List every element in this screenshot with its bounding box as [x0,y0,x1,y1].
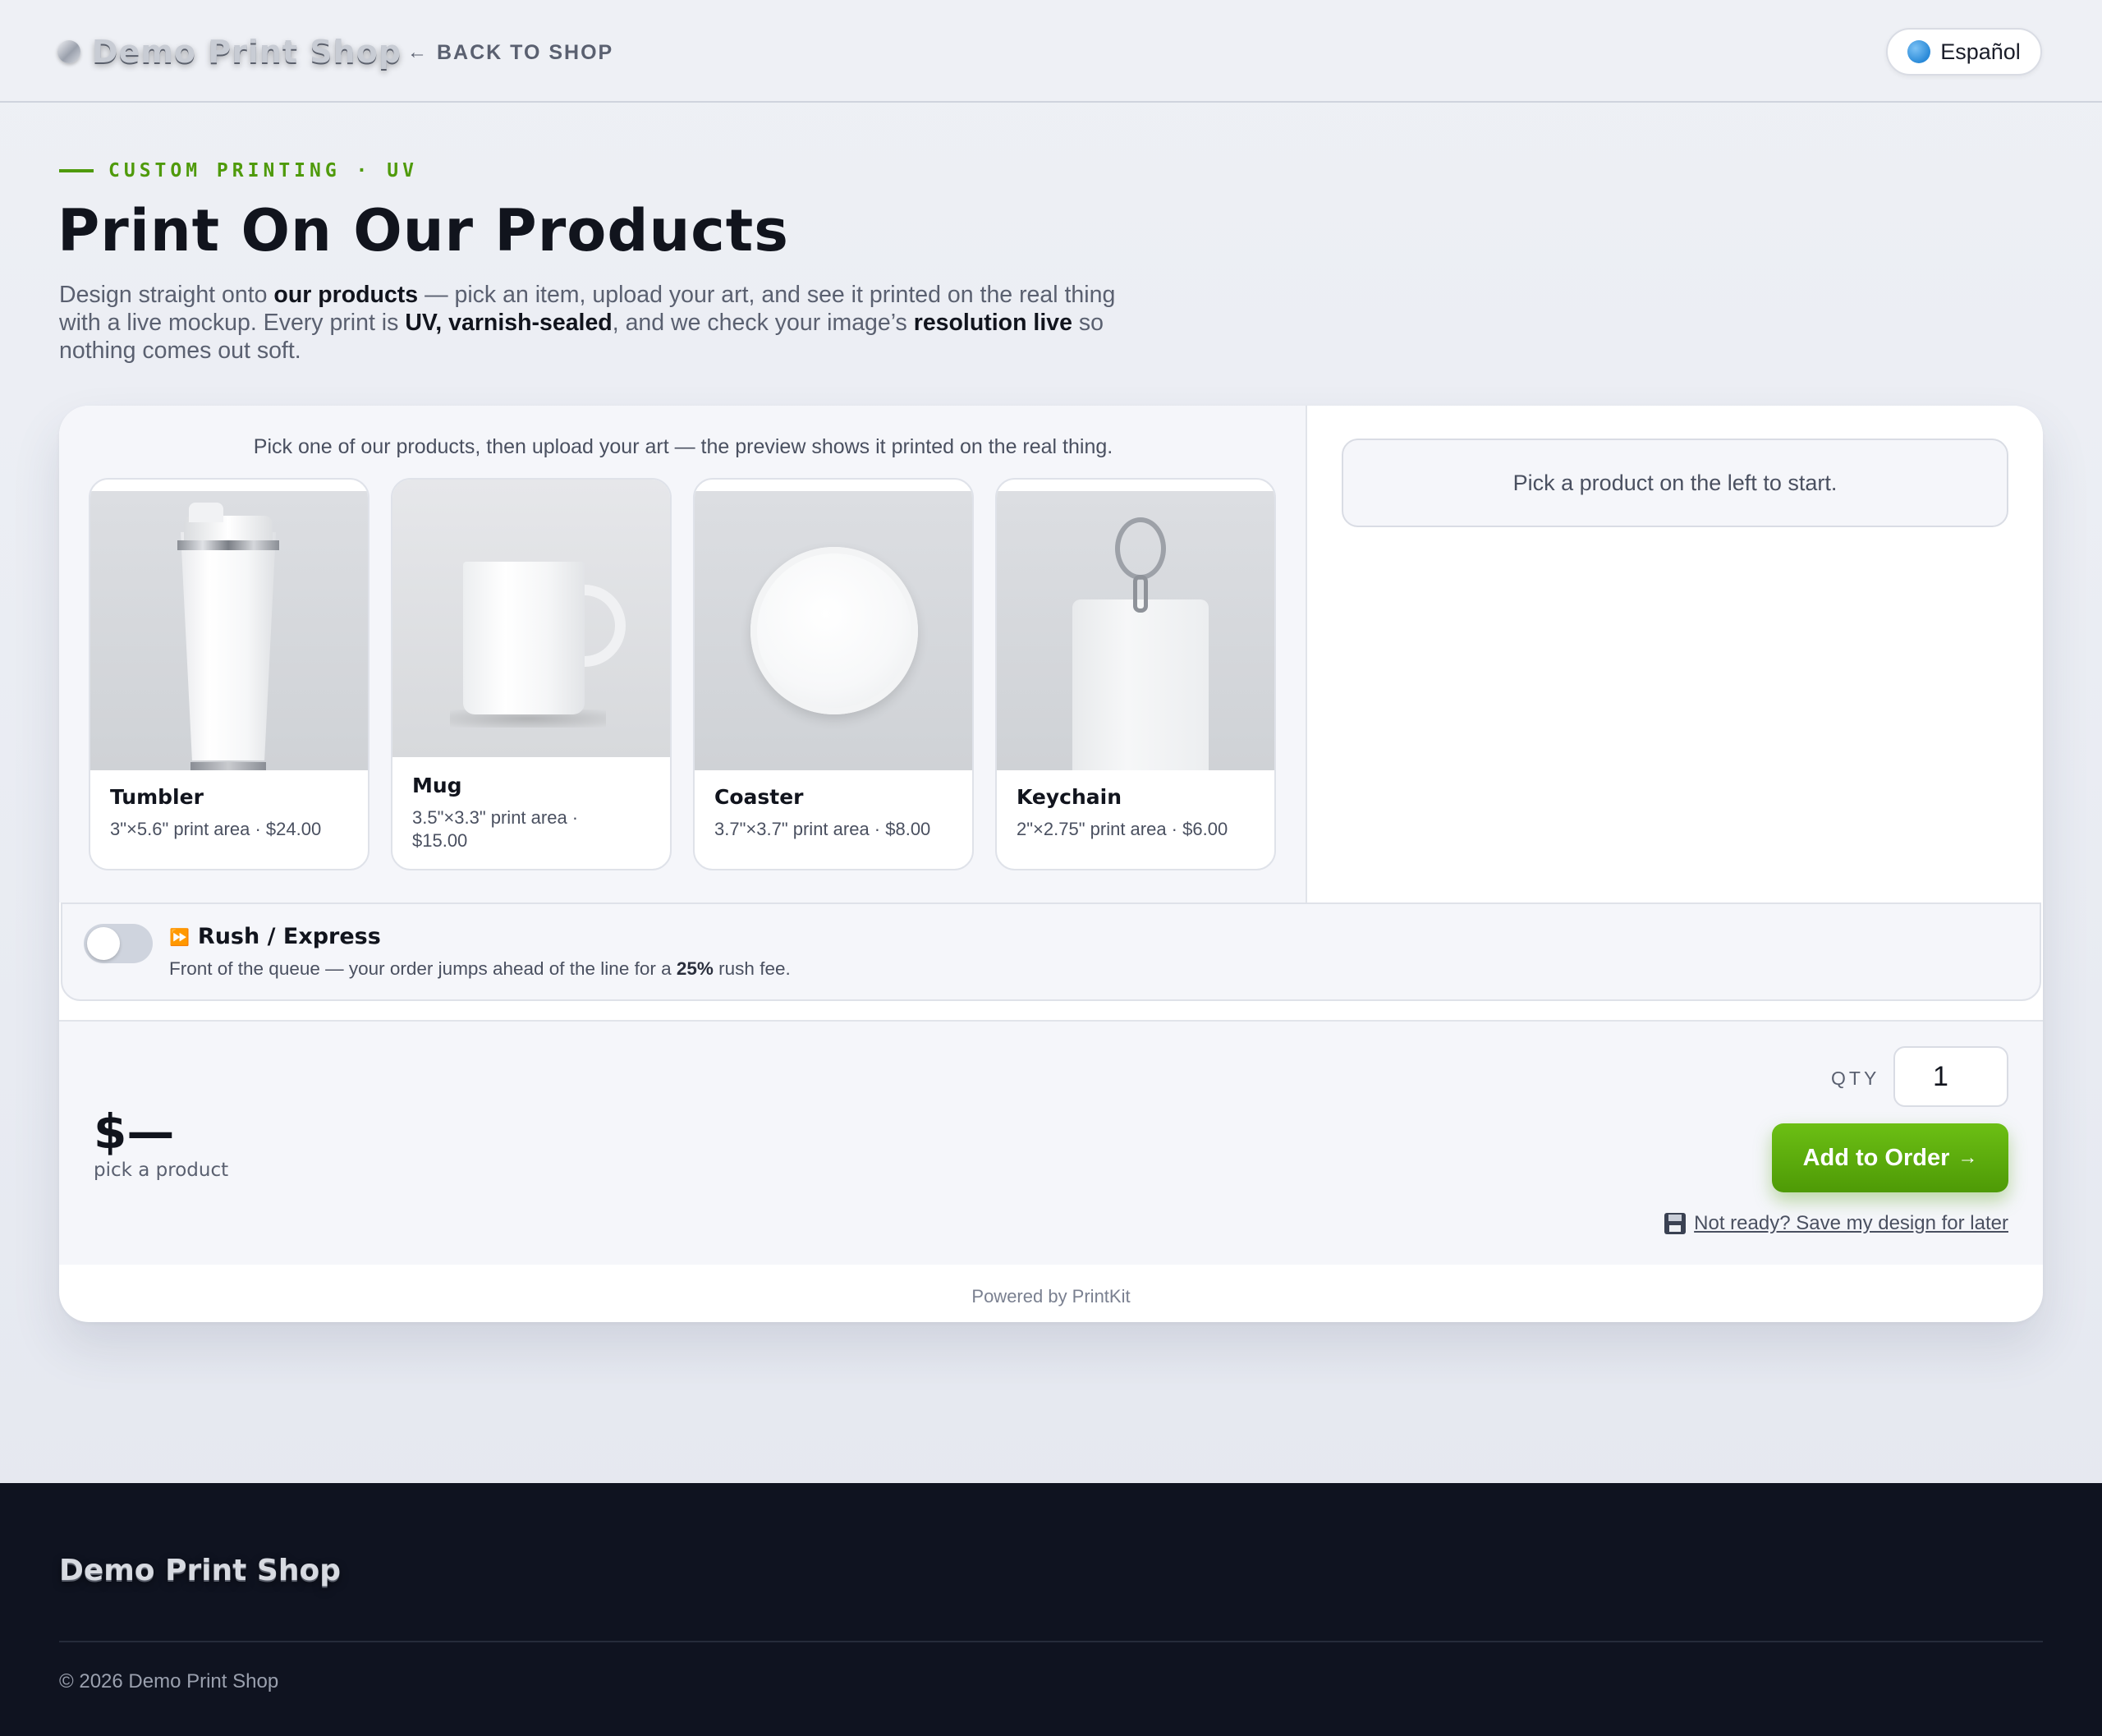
page-description: Design straight onto our products — pick… [59,282,1116,364]
footer-divider [59,1641,2043,1642]
product-name: Coaster [714,785,804,809]
product-meta: 3"×5.6" print area · $24.00 [110,819,322,839]
picker-hint: Pick one of our products, then upload yo… [253,435,1113,458]
rush-title: ⏩ Rush / Express [169,924,381,949]
rush-toggle[interactable] [84,924,153,963]
desc-emphasis-uv: UV, varnish-sealed [405,310,613,336]
eyebrow: CUSTOM PRINTING · UV [59,158,418,184]
logo[interactable]: Demo Print Shop [57,33,402,71]
product-name: Mug [412,774,462,797]
desc-emphasis-resolution: resolution live [913,310,1072,336]
rush-option: ⏩ Rush / Express Front of the queue — yo… [61,902,2041,1001]
back-to-shop-link[interactable]: ← BACK TO SHOP [407,38,613,67]
start-message: Pick a product on the left to start. [1342,439,2008,527]
designer-card: Pick one of our products, then upload yo… [59,406,2043,1322]
product-name: Tumbler [110,785,204,809]
powered-by: Powered by PrintKit [971,1286,1131,1307]
qty-input[interactable] [1893,1046,2008,1107]
coaster-image [695,491,972,770]
language-button[interactable]: Español [1886,28,2042,76]
logo-text: Demo Print Shop [92,34,402,70]
product-meta: 2"×2.75" print area · $6.00 [1017,819,1228,839]
arrow-right-icon: → [1957,1146,1978,1169]
back-to-shop-label: BACK TO SHOP [437,40,614,64]
product-meta: 3.5"×3.3" print area · $15.00 [412,807,579,851]
page-title: Print On Our Products [57,197,789,264]
add-to-order-button[interactable]: Add to Order → [1772,1123,2008,1192]
footer-logo[interactable]: Demo Print Shop [59,1554,341,1587]
product-picker: Pick one of our products, then upload yo… [59,406,1307,902]
qty-label: QTY [1831,1068,1880,1089]
order-bar: $— pick a product QTY Add to Order → Not… [59,1020,2043,1265]
product-card-tumbler[interactable]: Tumbler 3"×5.6" print area · $24.00 [89,478,369,870]
mug-image [392,480,670,757]
save-design-link[interactable]: Not ready? Save my design for later [1664,1212,2008,1235]
save-design-label: Not ready? Save my design for later [1694,1212,2008,1234]
product-meta: 3.7"×3.7" print area · $8.00 [714,819,931,839]
rush-title-label: Rush / Express [197,924,381,949]
logo-mark-icon [57,40,80,63]
desc-emphasis-products: our products [273,282,419,308]
preview-pane: Pick a product on the left to start. [1309,406,2043,902]
product-card-keychain[interactable]: Keychain 2"×2.75" print area · $6.00 [995,478,1276,870]
site-header: Demo Print Shop ← BACK TO SHOP Español [0,0,2102,103]
tumbler-image [90,491,368,770]
back-arrow-icon: ← [407,41,429,63]
eyebrow-line [59,169,94,172]
add-to-order-label: Add to Order [1802,1144,1950,1171]
rush-fee-percent: 25% [676,958,714,979]
product-name: Keychain [1017,785,1122,809]
price-subtext: pick a product [94,1160,229,1181]
price-total: $— [94,1104,175,1160]
fast-forward-icon: ⏩ [169,926,190,947]
site-footer: Demo Print Shop © 2026 Demo Print Shop [0,1483,2102,1736]
copyright: © 2026 Demo Print Shop [59,1670,279,1692]
product-card-coaster[interactable]: Coaster 3.7"×3.7" print area · $8.00 [693,478,974,870]
language-label: Español [1940,39,2021,64]
eyebrow-text: CUSTOM PRINTING · UV [108,160,418,181]
globe-icon [1907,40,1931,63]
toggle-knob [87,927,120,960]
rush-description: Front of the queue — your order jumps ah… [169,958,791,979]
product-card-mug[interactable]: Mug 3.5"×3.3" print area · $15.00 [391,478,672,870]
floppy-disk-icon [1664,1213,1687,1234]
keychain-image [997,491,1274,770]
